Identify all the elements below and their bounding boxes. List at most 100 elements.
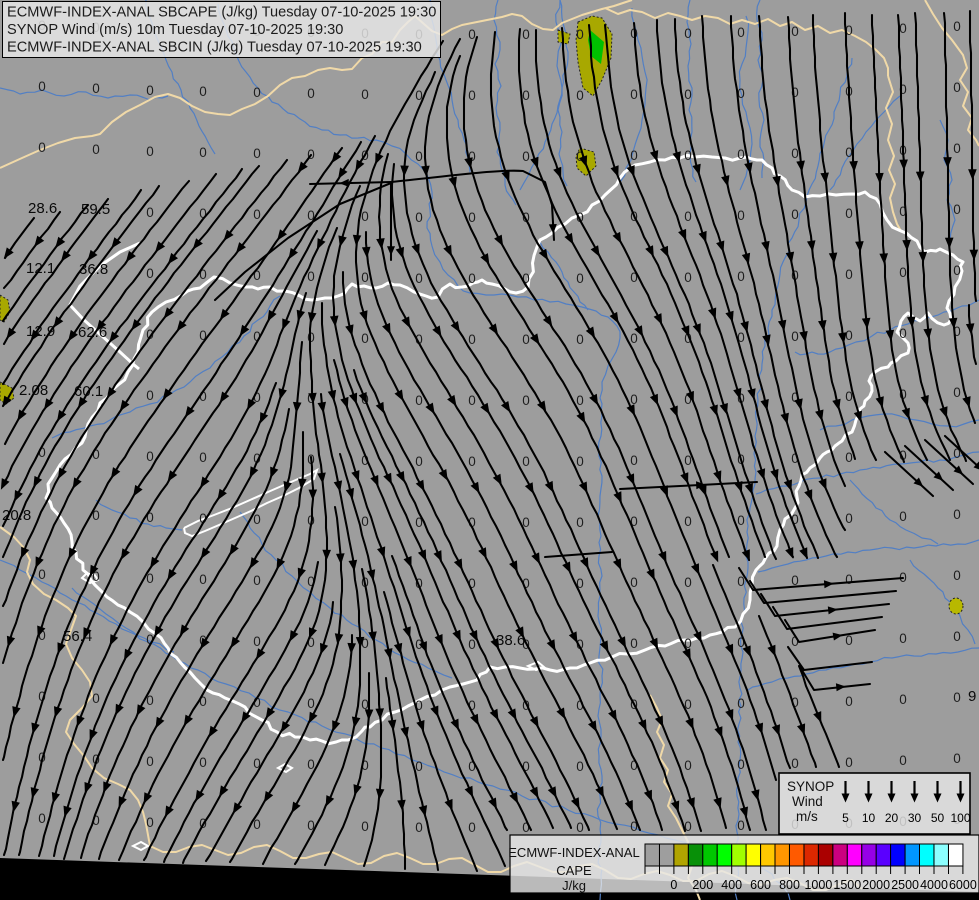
svg-text:0: 0 [361, 87, 369, 102]
svg-text:0: 0 [576, 454, 584, 469]
svg-text:2000: 2000 [862, 878, 890, 892]
svg-text:0: 0 [576, 271, 584, 286]
svg-text:0: 0 [845, 145, 853, 160]
svg-text:0: 0 [253, 573, 261, 588]
svg-text:0: 0 [899, 631, 907, 646]
svg-text:0: 0 [361, 331, 369, 346]
svg-text:600: 600 [750, 878, 771, 892]
svg-text:0: 0 [737, 208, 745, 223]
svg-text:0: 0 [684, 148, 692, 163]
svg-text:0: 0 [791, 24, 799, 39]
svg-text:0: 0 [253, 512, 261, 527]
svg-text:0: 0 [576, 515, 584, 530]
svg-text:SYNOP Wind (m/s) 10m Tuesday 0: SYNOP Wind (m/s) 10m Tuesday 07-10-2025 … [7, 22, 343, 38]
svg-text:0: 0 [199, 84, 207, 99]
svg-text:0: 0 [361, 209, 369, 224]
svg-text:50: 50 [931, 811, 945, 825]
svg-text:0: 0 [199, 572, 207, 587]
svg-text:0: 0 [468, 332, 476, 347]
svg-text:2500: 2500 [891, 878, 919, 892]
svg-text:0: 0 [415, 393, 423, 408]
svg-text:0: 0 [468, 820, 476, 835]
svg-text:36.8: 36.8 [79, 261, 108, 278]
svg-text:0: 0 [199, 145, 207, 160]
svg-text:0: 0 [468, 637, 476, 652]
svg-text:0: 0 [361, 819, 369, 834]
svg-text:0: 0 [670, 878, 677, 892]
svg-text:0: 0 [630, 575, 638, 590]
svg-text:0: 0 [630, 87, 638, 102]
svg-text:0: 0 [845, 328, 853, 343]
svg-text:0: 0 [791, 207, 799, 222]
svg-text:0: 0 [146, 388, 154, 403]
svg-text:0: 0 [953, 568, 961, 583]
svg-text:0: 0 [253, 207, 261, 222]
svg-text:0: 0 [415, 210, 423, 225]
svg-text:0: 0 [146, 205, 154, 220]
svg-text:0: 0 [737, 696, 745, 711]
svg-text:0: 0 [899, 753, 907, 768]
svg-text:0: 0 [791, 756, 799, 771]
svg-text:0: 0 [684, 87, 692, 102]
svg-text:0: 0 [38, 140, 46, 155]
svg-text:0: 0 [953, 80, 961, 95]
svg-text:0: 0 [576, 759, 584, 774]
svg-text:0: 0 [845, 755, 853, 770]
svg-text:0: 0 [253, 634, 261, 649]
svg-text:0: 0 [899, 509, 907, 524]
svg-text:400: 400 [721, 878, 742, 892]
svg-text:0: 0 [146, 815, 154, 830]
svg-text:0: 0 [253, 85, 261, 100]
svg-text:0: 0 [899, 692, 907, 707]
svg-text:0: 0 [146, 754, 154, 769]
svg-text:0: 0 [522, 88, 530, 103]
svg-text:0: 0 [522, 332, 530, 347]
svg-text:0: 0 [92, 691, 100, 706]
svg-text:0: 0 [953, 507, 961, 522]
svg-text:J/kg: J/kg [562, 878, 586, 893]
svg-text:0: 0 [953, 751, 961, 766]
svg-text:0: 0 [415, 149, 423, 164]
svg-text:0: 0 [146, 83, 154, 98]
svg-text:0: 0 [576, 27, 584, 42]
svg-text:0: 0 [845, 694, 853, 709]
svg-text:5: 5 [842, 811, 849, 825]
svg-text:0: 0 [845, 450, 853, 465]
svg-text:0: 0 [146, 449, 154, 464]
svg-text:0: 0 [361, 514, 369, 529]
svg-text:0: 0 [38, 567, 46, 582]
svg-text:0: 0 [415, 454, 423, 469]
svg-text:SYNOP: SYNOP [787, 779, 834, 794]
svg-text:0: 0 [845, 206, 853, 221]
svg-text:0: 0 [630, 331, 638, 346]
svg-text:0: 0 [684, 270, 692, 285]
svg-text:4000: 4000 [920, 878, 948, 892]
svg-text:0: 0 [737, 25, 745, 40]
svg-text:200: 200 [692, 878, 713, 892]
svg-text:0: 0 [684, 26, 692, 41]
svg-text:0: 0 [92, 81, 100, 96]
svg-text:0: 0 [522, 27, 530, 42]
svg-text:0: 0 [307, 696, 315, 711]
svg-text:0: 0 [199, 450, 207, 465]
svg-text:0: 0 [899, 326, 907, 341]
svg-text:0: 0 [576, 820, 584, 835]
svg-text:ECMWF-INDEX-ANAL SBCAPE (J/kg): ECMWF-INDEX-ANAL SBCAPE (J/kg) Tuesday 0… [7, 5, 436, 21]
svg-text:0: 0 [791, 146, 799, 161]
svg-text:0: 0 [845, 511, 853, 526]
svg-text:0: 0 [253, 146, 261, 161]
svg-text:0: 0 [468, 88, 476, 103]
svg-text:m/s: m/s [796, 809, 818, 824]
svg-text:0: 0 [953, 629, 961, 644]
svg-text:1500: 1500 [833, 878, 861, 892]
svg-text:0: 0 [737, 757, 745, 772]
svg-text:2.08: 2.08 [19, 382, 48, 399]
svg-text:0: 0 [953, 385, 961, 400]
svg-text:ECMWF-INDEX-ANAL: ECMWF-INDEX-ANAL [508, 845, 639, 860]
svg-text:0: 0 [845, 267, 853, 282]
svg-text:0: 0 [38, 811, 46, 826]
svg-text:0: 0 [307, 757, 315, 772]
svg-text:0: 0 [522, 149, 530, 164]
svg-text:0: 0 [845, 572, 853, 587]
svg-text:0: 0 [630, 636, 638, 651]
